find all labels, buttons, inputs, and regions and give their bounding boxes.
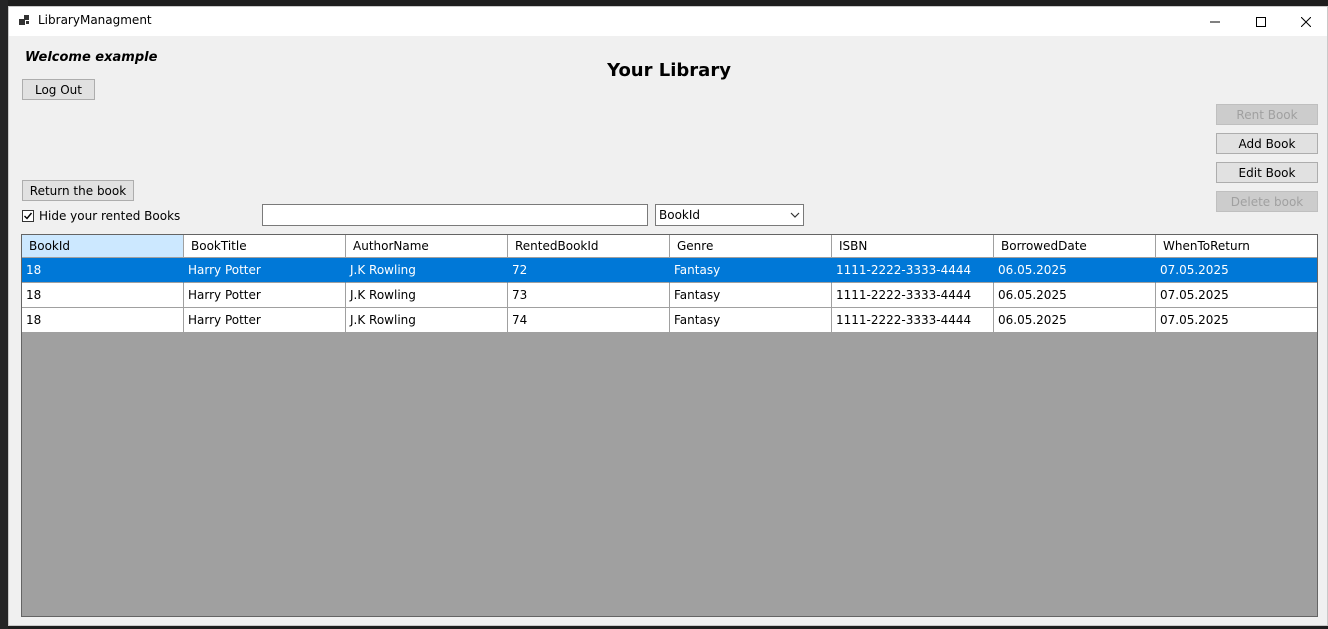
column-header[interactable]: BorrowedDate xyxy=(994,235,1156,258)
table-cell[interactable]: Fantasy xyxy=(670,283,832,308)
search-by-value: BookId xyxy=(659,208,701,222)
table-cell[interactable]: Harry Potter xyxy=(184,258,346,283)
table-cell[interactable]: 73 xyxy=(508,283,670,308)
search-input[interactable] xyxy=(262,204,648,226)
table-cell[interactable]: 18 xyxy=(22,258,184,283)
column-header[interactable]: WhenToReturn xyxy=(1156,235,1317,258)
table-cell[interactable]: Fantasy xyxy=(670,308,832,333)
page-title: Your Library xyxy=(607,60,731,81)
table-cell[interactable]: 18 xyxy=(22,308,184,333)
column-header[interactable]: BookTitle xyxy=(184,235,346,258)
table-cell[interactable]: 06.05.2025 xyxy=(994,283,1156,308)
table-cell[interactable]: 72 xyxy=(508,258,670,283)
table-cell[interactable]: 74 xyxy=(508,308,670,333)
hide-rented-checkbox-group[interactable]: Hide your rented Books xyxy=(22,209,180,223)
table-row[interactable]: 18 Harry Potter J.K Rowling 72 Fantasy 1… xyxy=(22,258,1317,283)
column-header[interactable]: AuthorName xyxy=(346,235,508,258)
table-cell[interactable]: 06.05.2025 xyxy=(994,308,1156,333)
title-bar[interactable]: LibraryManagment xyxy=(9,7,1327,36)
background-editor-gutter xyxy=(0,0,8,629)
table-row[interactable]: 18 Harry Potter J.K Rowling 74 Fantasy 1… xyxy=(22,308,1317,333)
maximize-icon xyxy=(1256,16,1266,27)
minimize-icon xyxy=(1210,21,1220,22)
table-cell[interactable]: 18 xyxy=(22,283,184,308)
grid-header: BookId BookTitle AuthorName RentedBookId… xyxy=(22,235,1317,258)
column-header[interactable]: BookId xyxy=(22,235,184,258)
table-cell[interactable]: 07.05.2025 xyxy=(1156,308,1317,333)
column-header[interactable]: Genre xyxy=(670,235,832,258)
maximize-button[interactable] xyxy=(1238,7,1284,36)
chevron-down-icon xyxy=(790,212,800,218)
column-header[interactable]: RentedBookId xyxy=(508,235,670,258)
table-cell[interactable]: 07.05.2025 xyxy=(1156,258,1317,283)
app-icon xyxy=(19,15,29,25)
close-button[interactable] xyxy=(1283,7,1328,36)
rent-book-button[interactable]: Rent Book xyxy=(1216,104,1318,125)
add-book-button[interactable]: Add Book xyxy=(1216,133,1318,154)
window-title: LibraryManagment xyxy=(38,13,152,27)
books-grid[interactable]: BookId BookTitle AuthorName RentedBookId… xyxy=(21,234,1318,617)
table-cell[interactable]: 1111-2222-3333-4444 xyxy=(832,283,994,308)
minimize-button[interactable] xyxy=(1192,7,1238,36)
main-window: LibraryManagment Welcome example Your Li… xyxy=(8,6,1328,626)
table-cell[interactable]: J.K Rowling xyxy=(346,258,508,283)
return-book-button[interactable]: Return the book xyxy=(22,180,134,201)
column-header[interactable]: ISBN xyxy=(832,235,994,258)
table-cell[interactable]: 1111-2222-3333-4444 xyxy=(832,258,994,283)
delete-book-button[interactable]: Delete book xyxy=(1216,191,1318,212)
table-cell[interactable]: J.K Rowling xyxy=(346,308,508,333)
logout-button[interactable]: Log Out xyxy=(22,79,95,100)
table-cell[interactable]: Fantasy xyxy=(670,258,832,283)
hide-rented-checkbox[interactable] xyxy=(22,210,34,222)
table-cell[interactable]: 1111-2222-3333-4444 xyxy=(832,308,994,333)
table-cell[interactable]: Harry Potter xyxy=(184,283,346,308)
table-cell[interactable]: Harry Potter xyxy=(184,308,346,333)
checkmark-icon xyxy=(24,212,33,220)
search-by-select[interactable]: BookId xyxy=(655,204,804,226)
table-row[interactable]: 18 Harry Potter J.K Rowling 73 Fantasy 1… xyxy=(22,283,1317,308)
hide-rented-label: Hide your rented Books xyxy=(39,209,181,223)
table-cell[interactable]: 06.05.2025 xyxy=(994,258,1156,283)
table-cell[interactable]: 07.05.2025 xyxy=(1156,283,1317,308)
table-cell[interactable]: J.K Rowling xyxy=(346,283,508,308)
close-icon xyxy=(1301,16,1311,27)
edit-book-button[interactable]: Edit Book xyxy=(1216,162,1318,183)
